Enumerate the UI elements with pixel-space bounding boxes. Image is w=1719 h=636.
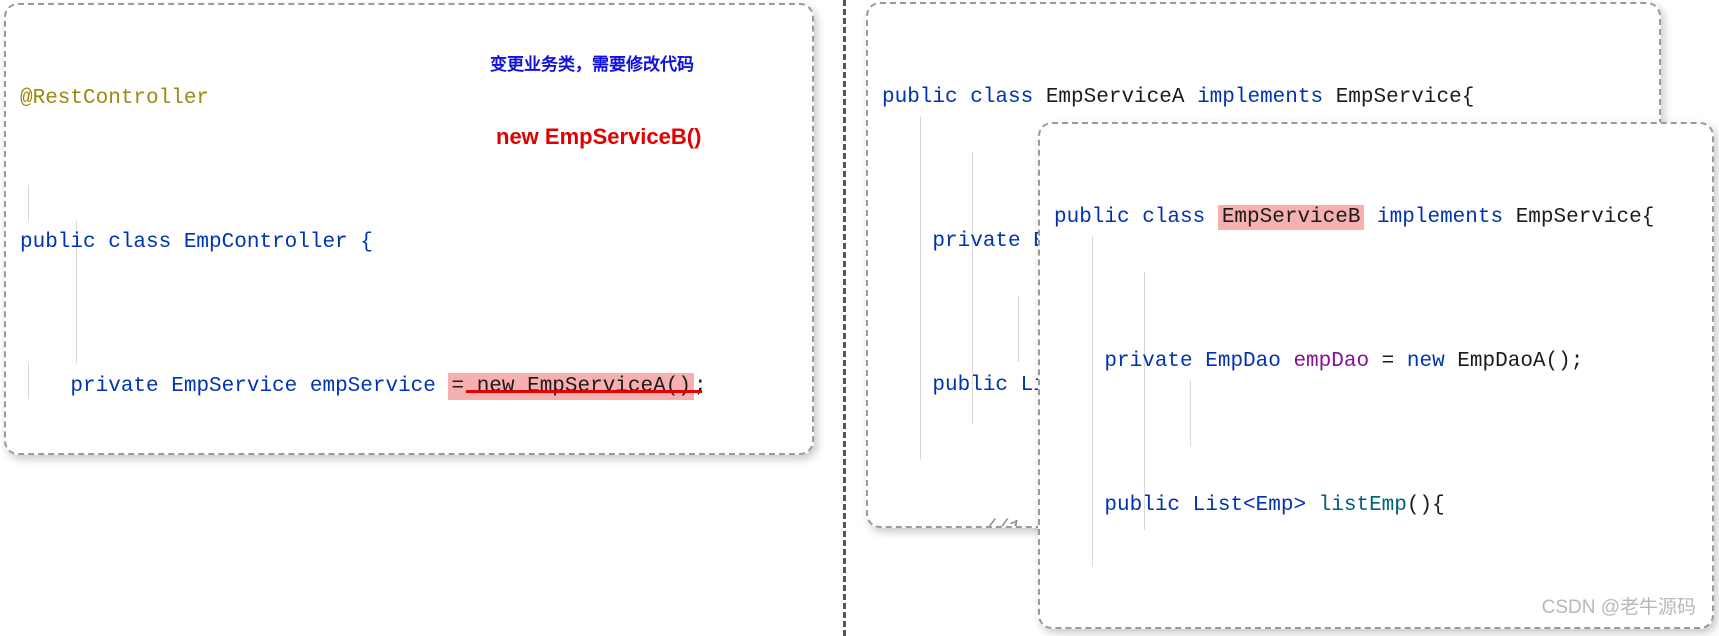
field-empdao: empDao bbox=[1293, 350, 1370, 373]
implements-keyword: implements bbox=[1364, 206, 1516, 229]
comment-1: //1 bbox=[983, 518, 1021, 526]
class-name-empservicea: EmpServiceA bbox=[1045, 86, 1198, 109]
class-keyword: public class bbox=[882, 86, 1046, 109]
method-parens: (){ bbox=[1406, 494, 1445, 517]
equals: = bbox=[1369, 350, 1407, 373]
code-line: private EmpDao empDao = new EmpDaoA(); bbox=[1054, 344, 1654, 380]
code-line: public class EmpController { bbox=[20, 225, 707, 261]
semicolon: ; bbox=[693, 375, 707, 398]
old-assignment-text: = new EmpServiceA() bbox=[451, 375, 691, 398]
method-name-listemp: listEmp bbox=[1318, 494, 1407, 517]
field-modifier: private EmpService empService bbox=[70, 375, 449, 398]
code-line-field-declaration: private EmpService empService = new EmpS… bbox=[20, 369, 707, 405]
highlighted-class-name-empserviceb: EmpServiceB bbox=[1217, 205, 1365, 230]
annotation-note-new-empserviceb: new EmpServiceB() bbox=[496, 124, 702, 149]
code-panel-empserviceb: public class EmpServiceB implements EmpS… bbox=[1038, 122, 1714, 629]
strikethrough-line bbox=[466, 390, 702, 393]
new-keyword: new bbox=[1406, 350, 1445, 373]
interface-name: EmpService{ bbox=[1515, 206, 1655, 229]
class-declaration: public class EmpController { bbox=[20, 231, 373, 254]
interface-name: EmpService{ bbox=[1335, 86, 1475, 109]
constructor-call: EmpDaoA(); bbox=[1444, 350, 1584, 373]
code-line: public class EmpServiceB implements EmpS… bbox=[1054, 200, 1654, 236]
csdn-watermark: CSDN @老牛源码 bbox=[1541, 597, 1696, 618]
code-line: public List<Emp> listEmp(){ bbox=[1054, 488, 1654, 524]
code-line: public class EmpServiceA implements EmpS… bbox=[882, 80, 1474, 116]
annotation-restcontroller: @RestController bbox=[20, 87, 210, 110]
code-panel-empcontroller: @RestController public class EmpControll… bbox=[4, 3, 814, 455]
class-keyword: public class bbox=[1054, 206, 1218, 229]
vertical-dashed-divider bbox=[843, 0, 846, 636]
method-modifier: public List<Emp> bbox=[1104, 494, 1319, 517]
annotation-note-change-service: 变更业务类，需要修改代码 bbox=[490, 55, 694, 74]
code-line: @RestController bbox=[20, 81, 707, 117]
implements-keyword: implements bbox=[1197, 86, 1336, 109]
struck-out-assignment: = new EmpServiceA() bbox=[448, 373, 702, 400]
field-modifier: private EmpDao bbox=[1104, 350, 1294, 373]
